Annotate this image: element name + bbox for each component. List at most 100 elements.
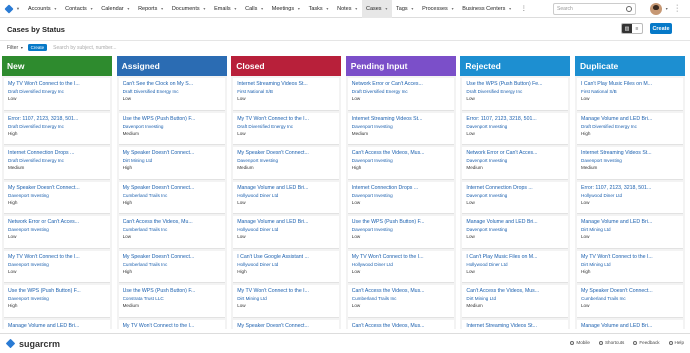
case-subject-link[interactable]: Use the WPS (Push Button) F... [123, 116, 221, 123]
case-account-link[interactable]: Draft Diversified Energy Inc [352, 89, 450, 95]
case-subject-link[interactable]: Can't Access the Videos, Mus... [352, 150, 450, 157]
case-subject-link[interactable]: Use the WPS (Push Button) Fe... [466, 81, 564, 88]
case-card[interactable]: Use the WPS (Push Button) F... Constrata … [118, 285, 225, 318]
case-card[interactable]: Internet Connection Drops ... Draft Diver… [4, 147, 110, 180]
nav-tab-business-centers[interactable]: Business Centers ▼ [458, 0, 516, 18]
case-account-link[interactable]: Dirt Mining Ltd [237, 296, 335, 302]
case-subject-link[interactable]: My TV Won't Connect to the I... [8, 81, 106, 88]
case-card[interactable]: Manage Volume and LED Bri... Draft Divers… [577, 112, 683, 145]
case-card[interactable]: My TV Won't Connect to the I... Hollywood… [347, 250, 454, 283]
list-view-icon[interactable]: ≡ [632, 24, 642, 33]
filter-create-button[interactable]: Create [27, 44, 48, 51]
case-account-link[interactable]: Hollywood Diner Ltd [237, 193, 335, 199]
case-subject-link[interactable]: My TV Won't Connect to the I... [8, 254, 106, 261]
nav-tab-reports[interactable]: Reports ▼ [134, 0, 168, 18]
case-subject-link[interactable]: Internet Streaming Videos St... [352, 116, 450, 123]
case-account-link[interactable]: Hollywood Diner Ltd [352, 262, 450, 268]
footer-link-feedback[interactable]: Feedback [633, 340, 660, 345]
case-subject-link[interactable]: Can't Access the Videos, Mus... [352, 323, 450, 330]
case-subject-link[interactable]: Error: 1107, 2123, 3218, 501... [8, 116, 106, 123]
case-account-link[interactable]: Davenport Investing [581, 158, 679, 164]
case-account-link[interactable]: Davenport Investing [466, 193, 564, 199]
case-subject-link[interactable]: My Speaker Doesn't Connect... [123, 185, 221, 192]
case-subject-link[interactable]: My TV Won't Connect to the I... [237, 116, 335, 123]
nav-tab-notes[interactable]: Notes ▼ [333, 0, 362, 18]
nav-tab-emails[interactable]: Emails ▼ [210, 0, 241, 18]
case-subject-link[interactable]: Can't Access the Videos, Mus... [466, 288, 564, 295]
case-subject-link[interactable]: My Speaker Doesn't Connect... [123, 254, 221, 261]
case-card[interactable]: Internet Streaming Videos St... Davenport… [347, 112, 454, 145]
case-account-link[interactable]: Davenport Investing [8, 193, 106, 199]
case-card[interactable]: Manage Volume and LED Bri...Hollywood Di… [4, 319, 110, 330]
case-card[interactable]: My TV Won't Connect to the I...Dirt Mini… [577, 250, 683, 283]
case-account-link[interactable]: Cumberland Trails Inc [123, 227, 221, 233]
case-account-link[interactable]: Draft Diversified Energy Inc [8, 89, 106, 95]
case-card[interactable]: Manage Volume and LED Bri...Constrata Tr… [577, 319, 683, 330]
case-card[interactable]: Use the WPS (Push Button) Fe... Draft Div… [462, 78, 569, 111]
case-card[interactable]: My Speaker Doesn't Connect... Cumberland … [118, 250, 225, 283]
case-card[interactable]: My Speaker Doesn't Connect... Cumberland … [577, 285, 683, 318]
nav-tab-calls[interactable]: Calls ▼ [241, 0, 268, 18]
case-card[interactable]: I Can't Play Music Files on M... First Na… [577, 78, 683, 111]
case-account-link[interactable]: Draft Diversified Energy Inc [581, 124, 679, 130]
chevron-down-icon[interactable]: ▼ [665, 7, 668, 11]
case-subject-link[interactable]: Can't Access the Videos, Mu... [123, 219, 221, 226]
case-subject-link[interactable]: Manage Volume and LED Bri... [8, 323, 106, 330]
nav-tab-calendar[interactable]: Calendar ▼ [97, 0, 134, 18]
case-card[interactable]: Manage Volume and LED Bri... Davenport In… [462, 216, 569, 249]
case-account-link[interactable]: Hollywood Diner Ltd [237, 227, 335, 233]
case-subject-link[interactable]: I Can't Use Google Assistant ... [237, 254, 335, 261]
case-card[interactable]: Can't Access the Videos, Mu... Cumberland… [118, 216, 225, 249]
case-subject-link[interactable]: Manage Volume and LED Bri... [581, 323, 679, 330]
case-subject-link[interactable]: Error: 1107, 2123, 3218, 501... [466, 116, 564, 123]
case-account-link[interactable]: Cumberland Trails Inc [352, 296, 450, 302]
case-subject-link[interactable]: Manage Volume and LED Bri... [237, 219, 335, 226]
case-card[interactable]: Can't Access the Videos, Mus... Dirt Mini… [462, 285, 569, 318]
case-subject-link[interactable]: Network Error or Can't Acces... [466, 150, 564, 157]
case-subject-link[interactable]: Error: 1107, 2123, 3218, 501... [581, 185, 679, 192]
case-subject-link[interactable]: My Speaker Doesn't Connect... [123, 150, 221, 157]
case-card[interactable]: My Speaker Doesn't Connect...Hollywood D… [233, 319, 340, 329]
case-subject-link[interactable]: Internet Streaming Videos St... [237, 81, 335, 88]
case-card[interactable]: Manage Volume and LED Bri...Hollywood Di… [233, 181, 340, 214]
case-subject-link[interactable]: Internet Streaming Videos St... [581, 150, 679, 157]
case-account-link[interactable]: Draft Diversified Energy Inc [237, 124, 335, 130]
nav-tab-processes[interactable]: Processes ▼ [418, 0, 458, 18]
case-account-link[interactable]: First National S/B [581, 89, 679, 95]
case-subject-link[interactable]: My Speaker Doesn't Connect... [237, 150, 335, 157]
case-card[interactable]: My TV Won't Connect to the I...Dirt Mini… [118, 319, 225, 329]
case-account-link[interactable]: Hollywood Diner Ltd [581, 193, 679, 199]
case-account-link[interactable]: Davenport Investing [352, 193, 450, 199]
case-card[interactable]: Can't Access the Videos, Mus... Cumberlan… [347, 285, 454, 318]
case-account-link[interactable]: Draft Diversified Energy Inc [123, 89, 221, 95]
case-account-link[interactable]: Davenport Investing [237, 158, 335, 164]
case-card[interactable]: My TV Won't Connect to the I...Dirt Mini… [233, 285, 340, 318]
case-account-link[interactable]: Davenport Investing [8, 296, 106, 302]
case-account-link[interactable]: Draft Diversified Energy Inc [466, 89, 564, 95]
nav-tab-documents[interactable]: Documents ▼ [168, 0, 210, 18]
app-menu-button[interactable]: ▼ [0, 0, 24, 18]
kebab-menu-icon[interactable]: · · · [676, 2, 680, 15]
case-account-link[interactable]: Davenport Investing [8, 262, 106, 268]
case-card[interactable]: Manage Volume and LED Bri...Hollywood Di… [233, 216, 340, 249]
case-account-link[interactable]: Davenport Investing [352, 227, 450, 233]
case-card[interactable]: My Speaker Doesn't Connect... Davenport I… [233, 147, 340, 180]
case-subject-link[interactable]: Use the WPS (Push Button) F... [123, 288, 221, 295]
case-account-link[interactable]: Dirt Mining Ltd [581, 262, 679, 268]
global-search-input[interactable]: Search [553, 3, 636, 15]
case-account-link[interactable]: Davenport Investing [352, 158, 450, 164]
case-card[interactable]: Network Error or Can't Acces... Draft Div… [347, 78, 454, 111]
case-account-link[interactable]: Dirt Mining Ltd [466, 296, 564, 302]
case-card[interactable]: Can't See the Clock on My S... Draft Dive… [118, 78, 225, 111]
footer-link-mobile[interactable]: Mobile [570, 340, 590, 345]
case-subject-link[interactable]: Manage Volume and LED Bri... [237, 185, 335, 192]
case-account-link[interactable]: First National S/B [237, 89, 335, 95]
case-subject-link[interactable]: I Can't Play Music Files on M... [581, 81, 679, 88]
case-subject-link[interactable]: My TV Won't Connect to the I... [581, 254, 679, 261]
nav-tab-accounts[interactable]: Accounts ▼ [24, 0, 61, 18]
create-button[interactable]: Create [650, 23, 672, 34]
case-subject-link[interactable]: My TV Won't Connect to the I... [237, 288, 335, 295]
case-account-link[interactable]: Davenport Investing [466, 124, 564, 130]
case-card[interactable]: Network Error or Can't Acces... Davenport… [4, 216, 110, 249]
case-account-link[interactable]: Davenport Investing [123, 124, 221, 130]
